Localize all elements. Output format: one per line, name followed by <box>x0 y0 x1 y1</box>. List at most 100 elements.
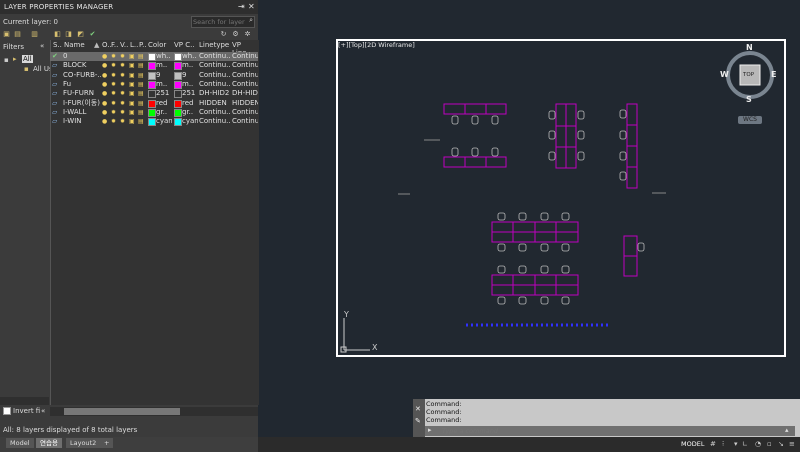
color-swatch[interactable] <box>148 53 156 61</box>
close-icon[interactable]: ✕ <box>415 405 421 413</box>
layer-color[interactable]: cyan <box>156 117 172 126</box>
vp-freeze-icon[interactable]: ✹ <box>120 89 125 98</box>
layer-name[interactable]: BLOCK <box>63 61 101 70</box>
layer-color[interactable]: m.. <box>156 80 172 89</box>
freeze-icon[interactable]: ✹ <box>111 52 116 61</box>
on-icon[interactable]: ● <box>102 89 107 98</box>
lock-icon[interactable]: ▣ <box>129 99 135 108</box>
vp-freeze-icon[interactable]: ✹ <box>120 108 125 117</box>
tab-layout2[interactable]: Layout2 <box>66 438 101 448</box>
col-lock[interactable]: L.. <box>130 41 138 49</box>
on-icon[interactable]: ● <box>102 61 107 70</box>
layer-row[interactable]: ▱I-WALL●✹✹▣▤gr..gr..Continu..Continu.. <box>50 108 258 117</box>
collapse-left-icon[interactable]: « <box>41 407 45 415</box>
layer-vp-color[interactable]: m.. <box>182 61 198 70</box>
col-vp-color[interactable]: VP C.. <box>174 41 195 49</box>
gear-icon[interactable]: ✲ <box>243 30 252 38</box>
on-icon[interactable]: ● <box>102 108 107 117</box>
lock-icon[interactable]: ▣ <box>129 80 135 89</box>
dropdown-icon[interactable]: ▾ <box>734 440 738 448</box>
layer-linetype[interactable]: Continu.. <box>199 108 231 117</box>
col-name[interactable]: Name <box>64 41 85 49</box>
vp-freeze-icon[interactable]: ✹ <box>120 80 125 89</box>
layer-vp-linetype[interactable]: Continu.. <box>232 80 258 89</box>
refresh-icon[interactable]: ↻ <box>219 30 228 38</box>
layer-color[interactable]: 251 <box>156 89 172 98</box>
viewcube-top-face[interactable]: TOP <box>743 72 754 78</box>
command-prompt-icon[interactable]: ▸ <box>428 426 432 434</box>
layer-linetype[interactable]: Continu.. <box>199 117 231 126</box>
compass-west[interactable]: W <box>720 70 729 79</box>
color-swatch[interactable] <box>148 99 156 108</box>
plot-icon[interactable]: ▤ <box>138 89 144 98</box>
scroll-up-icon[interactable]: ▴ <box>785 426 789 434</box>
layer-row[interactable]: ▱Fu●✹✹▣▤m..m..Continu..Continu.. <box>50 80 258 89</box>
layer-row[interactable]: ✔0●✹✹▣▤wh..wh..Continu..Continu.. <box>50 52 258 61</box>
color-swatch[interactable] <box>148 71 156 80</box>
scrollbar-thumb[interactable] <box>64 408 180 415</box>
invert-filter-checkbox[interactable] <box>3 407 11 415</box>
wcs-menu[interactable]: WCS <box>738 116 762 124</box>
layer-row[interactable]: ▱CO-FURB-...●✹✹▣▤99Continu..Continu.. <box>50 71 258 80</box>
lock-icon[interactable]: ▣ <box>129 117 135 126</box>
vp-color-swatch[interactable] <box>174 118 182 127</box>
layer-row[interactable]: ▱FU-FURN●✹✹▣▤251251DH-HID2DH-HID2 <box>50 89 258 99</box>
layer-vp-color[interactable]: m.. <box>182 80 198 89</box>
freeze-icon[interactable]: ✹ <box>111 71 116 80</box>
plot-icon[interactable]: ▤ <box>138 61 144 70</box>
viewport-frame[interactable] <box>336 39 786 357</box>
osnap-icon[interactable]: ▫ <box>767 440 772 448</box>
vp-color-swatch[interactable] <box>174 80 182 89</box>
layer-name[interactable]: CO-FURB-... <box>63 71 101 80</box>
plot-icon[interactable]: ▤ <box>138 108 144 117</box>
layer-vp-linetype[interactable]: Continu.. <box>232 71 258 80</box>
color-swatch[interactable] <box>148 80 156 89</box>
color-swatch[interactable] <box>148 62 156 71</box>
plot-icon[interactable]: ▤ <box>138 80 144 89</box>
invert-filter[interactable]: Invert fi <box>3 407 40 415</box>
plot-icon[interactable]: ▤ <box>138 117 144 126</box>
lock-icon[interactable]: ▣ <box>129 61 135 70</box>
layer-linetype[interactable]: Continu.. <box>199 61 231 70</box>
layer-linetype[interactable]: Continu.. <box>199 52 231 61</box>
layer-vp-color[interactable]: cyan <box>182 117 198 126</box>
lock-icon[interactable]: ▣ <box>129 89 135 98</box>
vp-freeze-icon[interactable]: ✹ <box>120 99 125 108</box>
pin-icon[interactable]: ⇥ <box>238 2 245 11</box>
on-icon[interactable]: ● <box>102 99 107 108</box>
layer-status-icon[interactable]: ▱ <box>52 61 57 70</box>
tab-layout-active[interactable]: 연습용 <box>36 438 62 448</box>
customize-icon[interactable]: ≡ <box>789 440 795 448</box>
layer-status-icon[interactable]: ▱ <box>52 80 57 89</box>
vp-freeze-icon[interactable]: ✹ <box>120 61 125 70</box>
layer-status-icon[interactable]: ▱ <box>52 89 57 98</box>
layer-vp-linetype[interactable]: HIDDEN <box>232 99 258 108</box>
search-input[interactable] <box>193 17 245 27</box>
layer-vp-linetype[interactable]: Continu.. <box>232 52 258 61</box>
on-icon[interactable]: ● <box>102 117 107 126</box>
snap-icon[interactable]: ⁝ <box>722 440 724 448</box>
close-icon[interactable]: ✕ <box>248 2 255 11</box>
vp-freeze-icon[interactable]: ✹ <box>120 52 125 61</box>
collapse-icon[interactable]: « <box>40 42 44 50</box>
layer-color[interactable]: 9 <box>156 71 172 80</box>
vp-freeze-icon[interactable]: ✹ <box>120 117 125 126</box>
grid-icon[interactable]: # <box>710 440 716 448</box>
set-current-icon[interactable]: ✔ <box>88 30 97 38</box>
layer-vp-linetype[interactable]: Continu.. <box>232 61 258 70</box>
layer-linetype[interactable]: DH-HID2 <box>199 89 231 98</box>
color-swatch[interactable] <box>148 108 156 117</box>
layer-vp-color[interactable]: 9 <box>182 71 198 80</box>
command-input[interactable] <box>442 426 782 436</box>
layer-linetype[interactable]: HIDDEN <box>199 99 231 108</box>
layer-name[interactable]: Fu <box>63 80 101 89</box>
layer-vp-linetype[interactable]: Continu.. <box>232 117 258 126</box>
layer-row[interactable]: ▱BLOCK●✹✹▣▤m..m..Continu..Continu.. <box>50 61 258 71</box>
freeze-icon[interactable]: ✹ <box>111 117 116 126</box>
layer-name[interactable]: I-WALL <box>63 108 101 117</box>
layer-row[interactable]: ▱ I-FUR(이동) ● ✹ ✹ ▣ ▤ red red HIDDEN HIDDEN <box>50 99 258 108</box>
tree-item-all[interactable]: All <box>22 55 33 63</box>
color-swatch[interactable] <box>148 90 156 99</box>
settings-icon[interactable]: ⚙ <box>231 30 240 38</box>
freeze-icon[interactable]: ✹ <box>111 89 116 98</box>
